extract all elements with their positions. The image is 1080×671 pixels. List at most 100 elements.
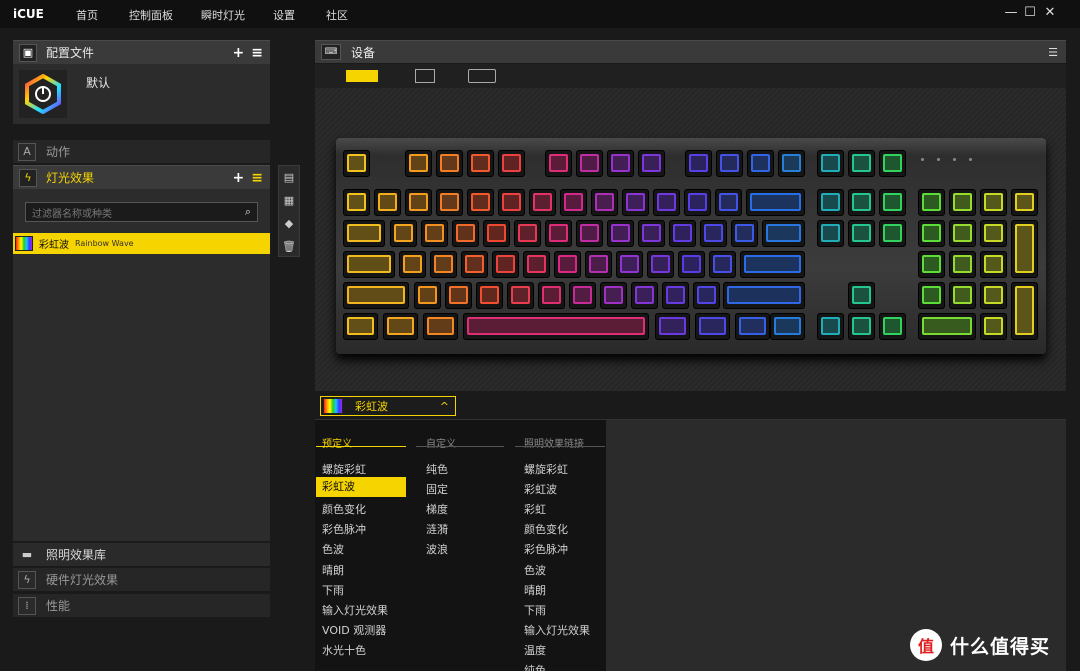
keyboard-key[interactable] (949, 251, 976, 278)
keyboard-key[interactable] (740, 251, 805, 278)
keyboard-key[interactable] (545, 150, 572, 177)
keyboard-key[interactable] (414, 282, 441, 309)
nav-community[interactable]: 社区 (326, 7, 348, 23)
effect-list-item[interactable]: 彩虹波 Rainbow Wave (13, 233, 270, 254)
linked-effect-item[interactable]: 纯色 (524, 662, 546, 671)
custom-effect-item[interactable]: 纯色 (426, 461, 448, 477)
keyboard-key[interactable] (685, 150, 712, 177)
keyboard-key[interactable] (684, 189, 711, 216)
add-effect-button[interactable]: + (233, 170, 245, 186)
nav-home[interactable]: 首页 (76, 7, 98, 23)
maximize-button[interactable]: ☐ (1023, 5, 1037, 20)
keyboard-key[interactable] (731, 220, 758, 247)
keyboard-key[interactable] (918, 251, 945, 278)
keyboard-key[interactable] (423, 313, 458, 340)
keyboard-key[interactable] (709, 251, 736, 278)
linked-effect-item[interactable]: 输入灯光效果 (524, 622, 590, 638)
predefined-effect-item[interactable]: 晴朗 (322, 562, 344, 578)
linked-effect-item[interactable]: 螺旋彩虹 (524, 461, 568, 477)
keyboard-key[interactable] (467, 150, 494, 177)
custom-effect-item[interactable]: 固定 (426, 481, 448, 497)
effect-filter-input[interactable]: 过滤器名称或种类 ⌕ (25, 202, 258, 222)
keyboard-key[interactable] (715, 189, 742, 216)
section-lighting-library[interactable]: ▬ 照明效果库 (13, 542, 270, 566)
keyboard-key[interactable] (631, 282, 658, 309)
linked-effect-item[interactable]: 颜色变化 (524, 521, 568, 537)
keyboard-key[interactable] (405, 189, 432, 216)
keyboard-key[interactable] (879, 220, 906, 247)
keyboard-key[interactable] (980, 282, 1007, 309)
keyboard-key[interactable] (695, 313, 730, 340)
keyboard-key[interactable] (343, 220, 385, 247)
keyboard-key[interactable] (498, 189, 525, 216)
keyboard-key[interactable] (498, 150, 525, 177)
keyboard-key[interactable] (554, 251, 581, 278)
keyboard-key[interactable] (1011, 282, 1038, 340)
keyboard-key[interactable] (980, 313, 1007, 340)
keyboard-key[interactable] (817, 150, 844, 177)
nav-settings[interactable]: 设置 (273, 7, 295, 23)
predefined-effect-item[interactable]: 彩色脉冲 (322, 521, 366, 537)
copy-icon[interactable]: ▤ (279, 166, 299, 189)
nav-instant-lighting[interactable]: 瞬时灯光 (201, 7, 245, 23)
keyboard-key[interactable] (949, 220, 976, 247)
keyboard-key[interactable] (918, 220, 945, 247)
keyboard-key[interactable] (560, 189, 587, 216)
minimize-button[interactable]: — (1004, 5, 1018, 20)
keyboard-key[interactable] (848, 313, 875, 340)
keyboard-key[interactable] (343, 251, 395, 278)
keyboard-key[interactable] (529, 189, 556, 216)
keyboard-key[interactable] (770, 313, 805, 340)
keyboard-key[interactable] (430, 251, 457, 278)
keyboard-key[interactable] (476, 282, 503, 309)
keyboard-key[interactable] (762, 220, 805, 247)
effect-menu-button[interactable]: ≡ (251, 170, 263, 186)
keyboard-key[interactable] (949, 282, 976, 309)
keyboard-key[interactable] (669, 220, 696, 247)
keyboard-key[interactable] (591, 189, 618, 216)
keyboard-key[interactable] (918, 313, 976, 340)
linked-effect-item[interactable]: 晴朗 (524, 582, 546, 598)
custom-effect-item[interactable]: 波浪 (426, 541, 448, 557)
keyboard-key[interactable] (678, 251, 705, 278)
keyboard-key[interactable] (343, 150, 370, 177)
effect-dropdown[interactable]: 彩虹波 ^ (320, 396, 456, 416)
predefined-effect-item[interactable]: VOID 观测器 (322, 622, 386, 638)
paste-icon[interactable]: ▦ (279, 189, 299, 212)
keyboard-key[interactable] (545, 220, 572, 247)
keyboard-key[interactable] (848, 150, 875, 177)
linked-effect-item[interactable]: 彩虹 (524, 501, 546, 517)
keyboard-key[interactable] (949, 189, 976, 216)
keyboard-key[interactable] (879, 150, 906, 177)
keyboard-key[interactable] (693, 282, 720, 309)
keyboard-key[interactable] (746, 189, 805, 216)
profile-menu-button[interactable]: ≡ (251, 45, 263, 61)
keyboard-key[interactable] (622, 189, 649, 216)
section-hardware-lighting[interactable]: ϟ 硬件灯光效果 (13, 567, 270, 591)
keyboard-key[interactable] (980, 189, 1007, 216)
keyboard-key[interactable] (461, 251, 488, 278)
keyboard-key[interactable] (980, 251, 1007, 278)
keyboard-key[interactable] (879, 313, 906, 340)
keyboard-key[interactable] (405, 150, 432, 177)
keyboard-key[interactable] (607, 150, 634, 177)
keyboard-key[interactable] (436, 150, 463, 177)
custom-effect-item[interactable]: 涟漪 (426, 521, 448, 537)
keyboard-key[interactable] (723, 282, 805, 309)
keyboard-key[interactable] (374, 189, 401, 216)
keyboard-key[interactable] (399, 251, 426, 278)
keyboard-key[interactable] (817, 189, 844, 216)
tab-motherboard-icon[interactable] (415, 69, 435, 83)
keyboard-key[interactable] (747, 150, 774, 177)
keyboard-key[interactable] (848, 189, 875, 216)
keyboard-key[interactable] (569, 282, 596, 309)
keyboard-key[interactable] (467, 189, 494, 216)
device-menu-icon[interactable]: ☰ (1048, 46, 1058, 59)
keyboard-key[interactable] (638, 220, 665, 247)
keyboard-key[interactable] (778, 150, 805, 177)
keyboard-key[interactable] (576, 220, 603, 247)
linked-effect-item[interactable]: 下雨 (524, 602, 546, 618)
close-button[interactable]: ✕ (1043, 5, 1057, 20)
section-actions[interactable]: A 动作 (13, 139, 270, 163)
keyboard-key[interactable] (436, 189, 463, 216)
